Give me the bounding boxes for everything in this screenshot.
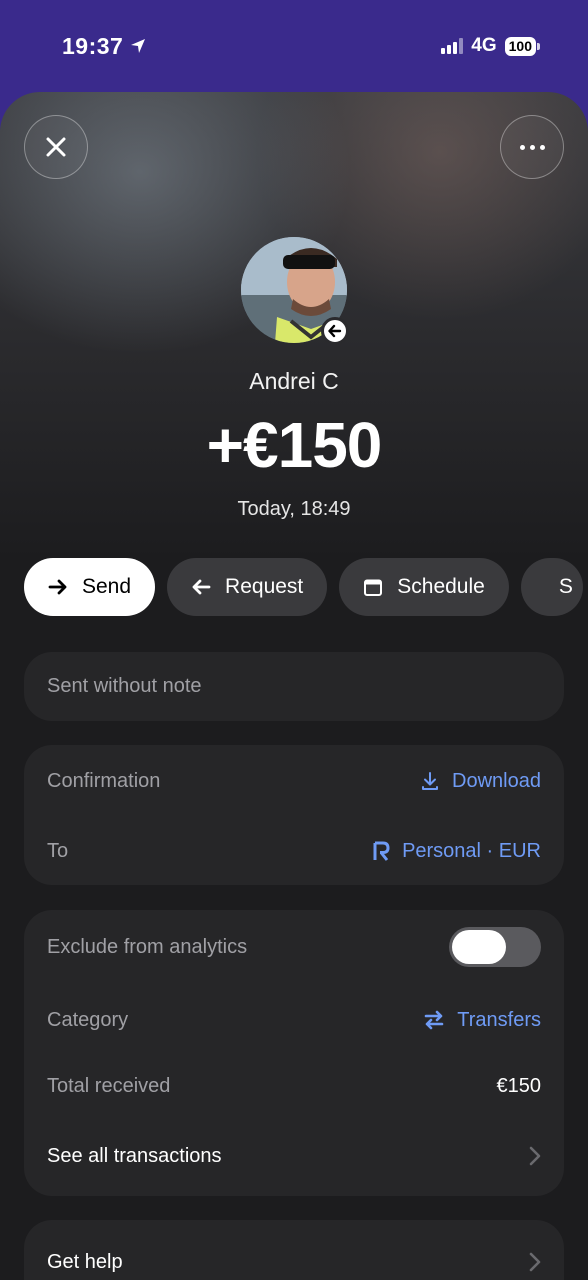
split-label: S xyxy=(558,575,573,598)
exclude-analytics-toggle[interactable] xyxy=(449,927,541,967)
revolut-logo-icon xyxy=(373,841,390,861)
help-card[interactable]: Get help xyxy=(24,1220,564,1280)
request-label: Request xyxy=(225,575,304,598)
chevron-right-icon xyxy=(529,1252,541,1272)
send-button[interactable]: Send xyxy=(24,558,156,616)
toggle-knob xyxy=(452,930,506,964)
location-arrow-icon xyxy=(131,39,146,53)
exclude-analytics-label: Exclude from analytics xyxy=(47,935,248,958)
battery-icon: 100 xyxy=(504,36,540,56)
category-value: Transfers xyxy=(457,1008,541,1031)
exclude-analytics-row: Exclude from analytics xyxy=(24,910,564,984)
contact-avatar[interactable] xyxy=(241,237,349,345)
transaction-datetime: Today, 18:49 xyxy=(237,498,351,520)
confirmation-label: Confirmation xyxy=(47,769,161,792)
contact-name: Andrei C xyxy=(249,368,339,394)
clock-text: 19:37 xyxy=(62,32,124,59)
transaction-amount: +€150 xyxy=(206,409,383,481)
status-time: 19:37 xyxy=(62,33,147,60)
close-icon xyxy=(46,137,66,157)
schedule-button[interactable]: Schedule xyxy=(339,558,509,616)
status-bar: 19:37 4G 100 xyxy=(0,0,588,92)
category-row: Category Transfers xyxy=(24,984,564,1056)
download-icon xyxy=(422,772,439,790)
to-row: To Personal · EUR xyxy=(24,817,564,885)
see-all-transactions-label: See all transactions xyxy=(47,1144,222,1167)
note-card[interactable]: Sent without note xyxy=(24,652,564,721)
transfer-arrows-icon xyxy=(424,1010,444,1030)
category-link[interactable]: Transfers xyxy=(423,1009,541,1032)
get-help-row[interactable]: Get help xyxy=(24,1220,564,1280)
get-help-label: Get help xyxy=(47,1250,123,1273)
note-text: Sent without note xyxy=(47,675,202,697)
details-card: Confirmation Download To Personal · EUR xyxy=(24,745,564,885)
incoming-badge xyxy=(321,317,349,345)
total-received-value: €150 xyxy=(496,1074,542,1097)
more-dots-icon xyxy=(519,144,545,150)
download-link[interactable]: Download xyxy=(420,770,541,793)
schedule-label: Schedule xyxy=(397,575,485,598)
category-label: Category xyxy=(47,1008,129,1031)
confirmation-row: Confirmation Download xyxy=(24,745,564,817)
split-button[interactable]: S xyxy=(520,558,583,616)
total-received-row: Total received €150 xyxy=(24,1056,564,1116)
to-label: To xyxy=(47,839,69,862)
transaction-sheet: Andrei C +€150 Today, 18:49 Send Request… xyxy=(0,92,588,1280)
download-label: Download xyxy=(452,769,541,792)
total-received-label: Total received xyxy=(47,1074,171,1097)
request-button[interactable]: Request xyxy=(167,558,328,616)
battery-level: 100 xyxy=(504,36,536,56)
arrow-right-icon xyxy=(48,579,67,595)
see-all-transactions-row[interactable]: See all transactions xyxy=(24,1116,564,1196)
close-button[interactable] xyxy=(24,115,88,179)
status-indicators: 4G 100 xyxy=(441,35,540,57)
analytics-card: Exclude from analytics Category Transfer… xyxy=(24,910,564,1196)
to-account-link[interactable]: Personal · EUR xyxy=(372,840,541,863)
chevron-right-icon xyxy=(529,1146,541,1166)
more-options-button[interactable] xyxy=(500,115,564,179)
arrow-left-icon xyxy=(192,579,211,595)
network-type: 4G xyxy=(471,35,497,56)
to-account-value: Personal · EUR xyxy=(402,839,541,862)
arrow-left-icon xyxy=(328,324,342,338)
action-buttons: Send Request Schedule S xyxy=(24,558,583,616)
cellular-signal-icon xyxy=(441,38,464,54)
calendar-icon xyxy=(364,579,383,596)
send-label: Send xyxy=(82,575,132,598)
